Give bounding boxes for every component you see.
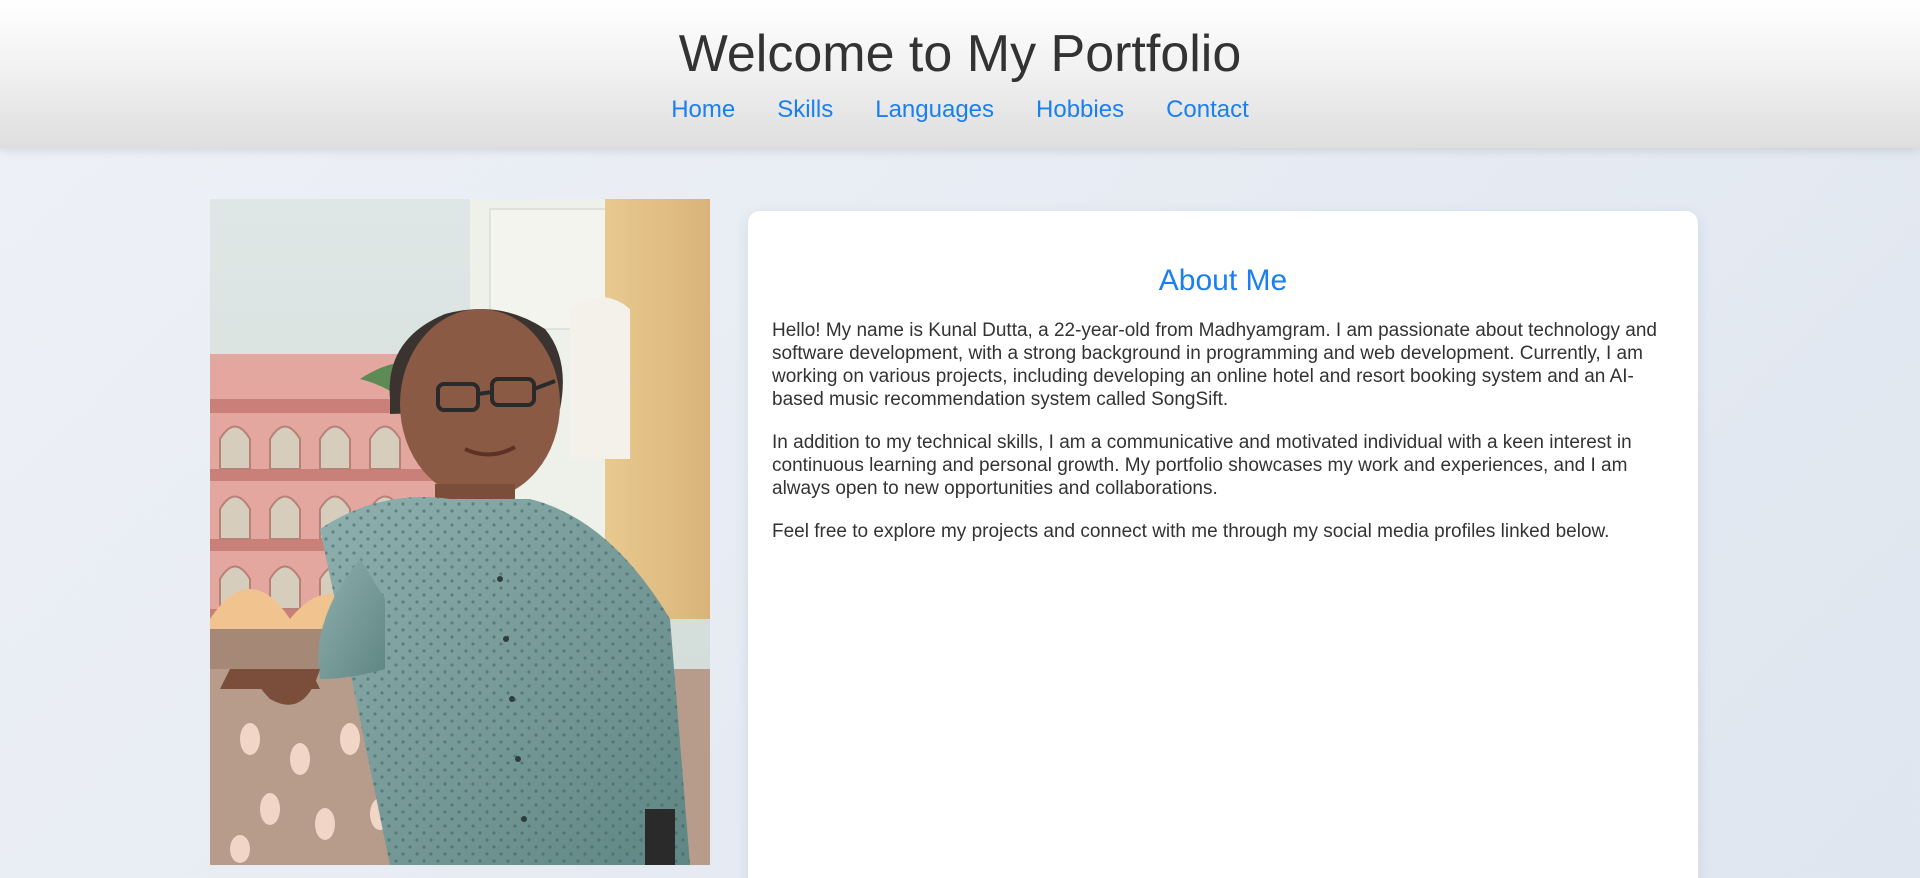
- nav-link-skills[interactable]: Skills: [756, 92, 854, 128]
- about-paragraph-intro: Hello! My name is Kunal Dutta, a 22-year…: [772, 320, 1658, 410]
- about-card: About Me Hello! My name is Kunal Dutta, …: [748, 211, 1698, 878]
- about-paragraph-skills: In addition to my technical skills, I am…: [772, 432, 1632, 499]
- page-title: Welcome to My Portfolio: [678, 25, 1242, 83]
- main-nav: Home Skills Languages Hobbies Contact: [0, 92, 1920, 128]
- nav-link-languages[interactable]: Languages: [854, 92, 1015, 128]
- site-header: Welcome to My Portfolio Home Skills Lang…: [0, 0, 1920, 148]
- profile-photo: [210, 199, 710, 865]
- nav-link-hobbies[interactable]: Hobbies: [1015, 92, 1145, 128]
- nav-link-home[interactable]: Home: [650, 92, 756, 128]
- about-paragraph-connect: Feel free to explore my projects and con…: [772, 521, 1610, 542]
- about-heading: About Me: [1158, 264, 1288, 297]
- nav-link-contact[interactable]: Contact: [1145, 92, 1270, 128]
